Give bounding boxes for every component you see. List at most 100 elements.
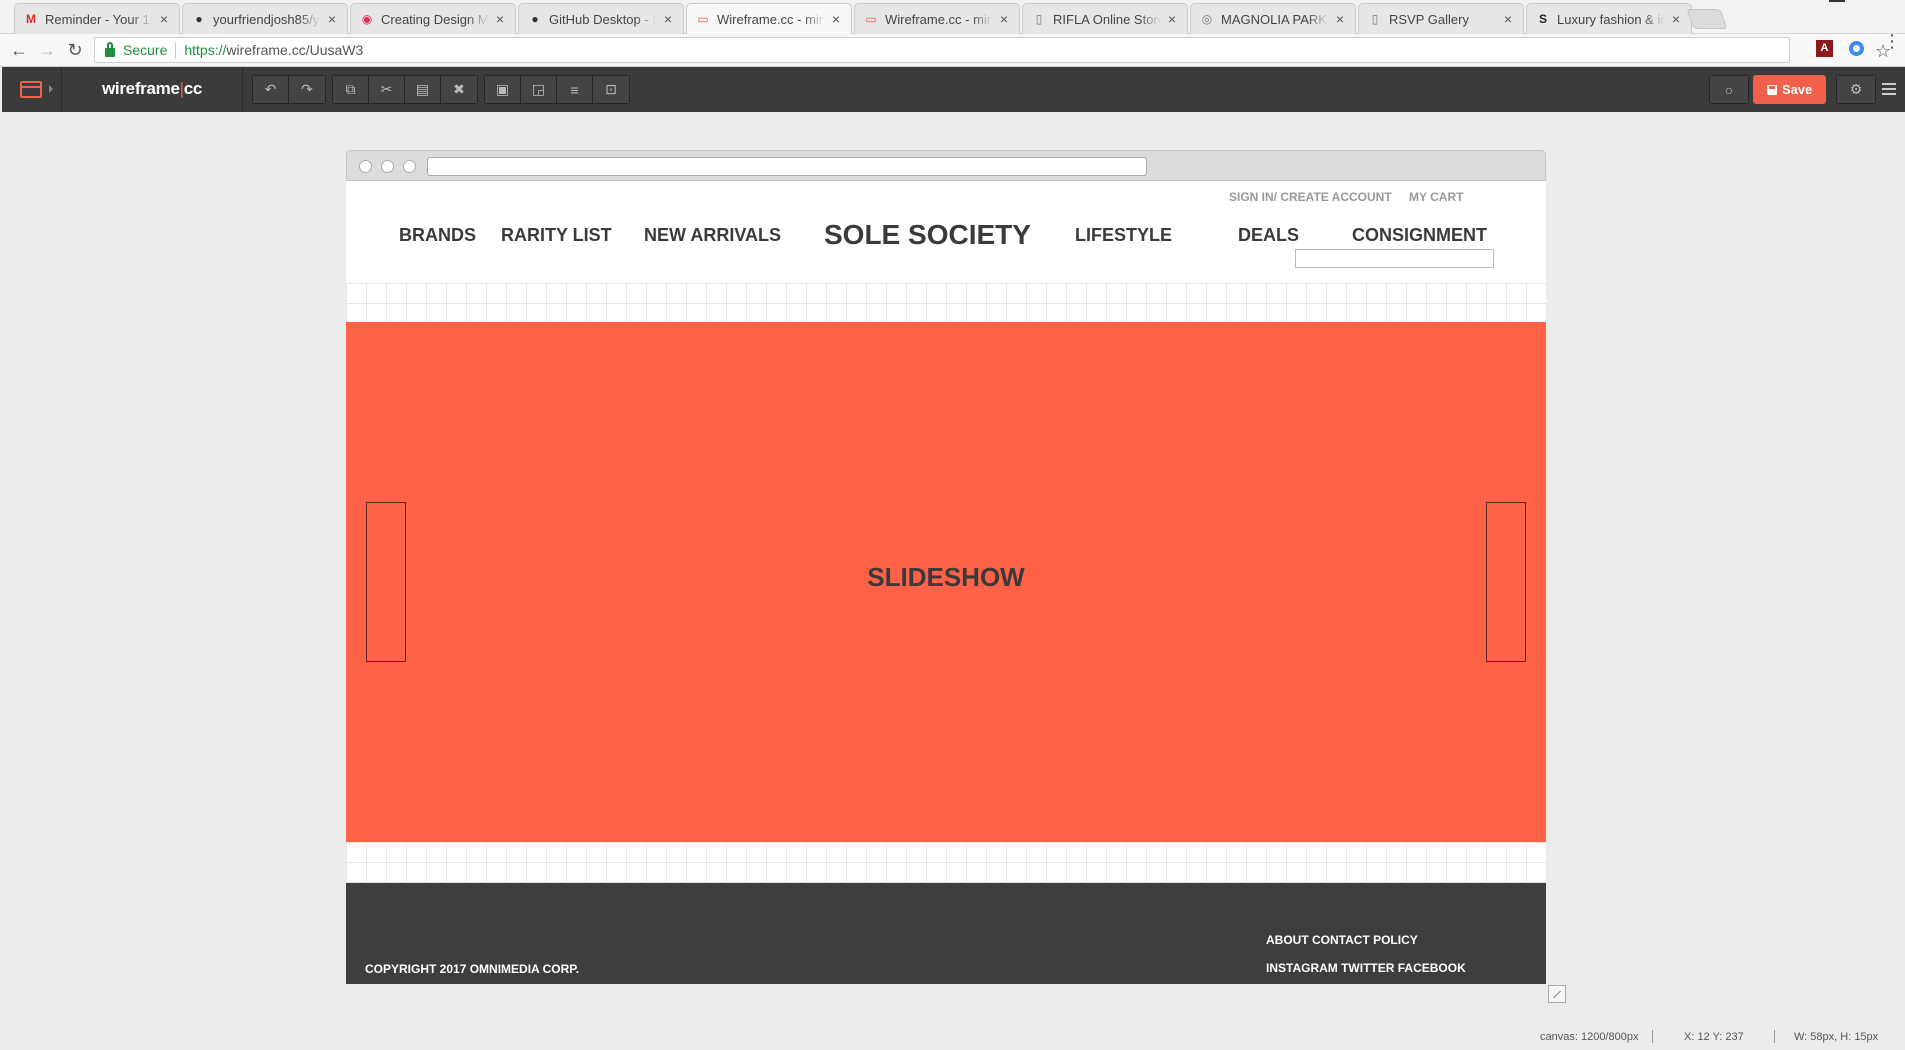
pdf-extension-icon[interactable]: A xyxy=(1816,40,1833,57)
app-toolbar: wireframe|cc ↶ ↷ ⧉ ✂ ▤ ✖ ▣ ◲ ≡ ⊡ ○ Save … xyxy=(2,67,1905,112)
search-input[interactable] xyxy=(1295,249,1494,268)
mock-browser-header xyxy=(346,150,1546,181)
comment-icon[interactable]: ○ xyxy=(1710,76,1748,103)
close-tab-icon[interactable]: × xyxy=(1669,11,1683,27)
bring-front-icon[interactable]: ◲ xyxy=(521,76,557,103)
save-button[interactable]: Save xyxy=(1753,75,1826,104)
url-text: https://wireframe.cc/UusaW3 xyxy=(184,42,363,58)
delete-icon[interactable]: ✖ xyxy=(441,76,477,103)
reload-icon[interactable]: ↻ xyxy=(64,39,86,61)
close-tab-icon[interactable]: × xyxy=(157,11,171,27)
close-tab-icon[interactable]: × xyxy=(1501,11,1515,27)
tab-title: Luxury fashion & in xyxy=(1557,11,1665,27)
browser-tab[interactable]: ▯ RSVP Gallery × xyxy=(1358,3,1524,34)
copy-icon[interactable]: ⧉ xyxy=(333,76,369,103)
close-tab-icon[interactable]: × xyxy=(1333,11,1347,27)
browser-tab[interactable]: ● GitHub Desktop - Si × xyxy=(518,3,684,34)
gmail-icon: M xyxy=(26,12,36,26)
window-minimize-button[interactable] xyxy=(1829,0,1845,2)
app-menu-button[interactable] xyxy=(2,67,62,112)
slideshow-block[interactable]: SLIDESHOW xyxy=(346,322,1546,842)
close-tab-icon[interactable]: × xyxy=(1165,11,1179,27)
save-label: Save xyxy=(1781,82,1813,97)
nav-lifestyle[interactable]: LIFESTYLE xyxy=(1075,225,1172,246)
nav-brands[interactable]: BRANDS xyxy=(399,225,476,246)
wireframe-canvas: SIGN IN/ CREATE ACCOUNT MY CART BRANDS R… xyxy=(346,150,1546,984)
lock-icon xyxy=(105,41,115,57)
tab-title: RSVP Gallery xyxy=(1389,11,1469,27)
nav-consignment[interactable]: CONSIGNMENT xyxy=(1352,225,1487,246)
nav-deals[interactable]: DEALS xyxy=(1238,225,1299,246)
design-icon: ◉ xyxy=(361,12,373,26)
browser-tab[interactable]: S Luxury fashion & in × xyxy=(1526,3,1692,34)
clipboard-group: ⧉ ✂ ▤ ✖ xyxy=(332,75,478,104)
floppy-disk-icon xyxy=(1766,84,1777,95)
align-icon[interactable]: ≡ xyxy=(557,76,593,103)
close-tab-icon[interactable]: × xyxy=(493,11,507,27)
toolbar-divider xyxy=(242,67,243,112)
history-group: ↶ ↷ xyxy=(252,75,326,104)
browser-tab[interactable]: ▯ RIFLA Online Store × xyxy=(1022,3,1188,34)
redo-icon[interactable]: ↷ xyxy=(289,76,325,103)
hamburger-menu-icon[interactable] xyxy=(1882,83,1896,98)
cart-link[interactable]: MY CART xyxy=(1409,190,1463,204)
group-icon[interactable]: ⊡ xyxy=(593,76,629,103)
globe-icon: ◎ xyxy=(1201,12,1213,26)
app-logo: wireframe|cc xyxy=(102,79,202,99)
close-tab-icon[interactable]: × xyxy=(325,11,339,27)
window-icon xyxy=(20,81,42,98)
url-field[interactable]: Secure https://wireframe.cc/UusaW3 ☆ xyxy=(94,37,1891,63)
page-icon: ▯ xyxy=(1035,12,1043,26)
arrange-group: ▣ ◲ ≡ ⊡ xyxy=(484,75,630,104)
mock-url-bar[interactable] xyxy=(427,157,1147,176)
browser-tab-strip: M Reminder - Your 1:1 × ● yourfriendjosh85/y… xyxy=(0,0,1905,34)
cut-icon[interactable]: ✂ xyxy=(369,76,405,103)
chat-extension-icon[interactable] xyxy=(1849,41,1864,56)
status-bar: canvas: 1200/800px X: 12 Y: 237 W: 58px,… xyxy=(0,1026,1905,1050)
mock-page: SIGN IN/ CREATE ACCOUNT MY CART BRANDS R… xyxy=(346,181,1546,984)
wireframe-icon: ▭ xyxy=(697,12,709,26)
slideshow-next-arrow[interactable] xyxy=(1486,502,1526,662)
tab-title: RIFLA Online Store xyxy=(1053,11,1161,27)
canvas-size-readout: canvas: 1200/800px xyxy=(1540,1031,1639,1043)
selection-size-readout: W: 58px, H: 15px xyxy=(1794,1031,1879,1043)
settings-group: ⚙ xyxy=(1836,75,1876,104)
status-divider xyxy=(1652,1030,1653,1043)
footer-info-links[interactable]: ABOUT CONTACT POLICY xyxy=(1266,933,1418,947)
undo-icon[interactable]: ↶ xyxy=(253,76,289,103)
browser-tab[interactable]: ● yourfriendjosh85/yo × xyxy=(182,3,348,34)
comment-group: ○ xyxy=(1709,75,1749,104)
browser-tab[interactable]: ◉ Creating Design Mo × xyxy=(350,3,516,34)
github-icon: ● xyxy=(531,12,539,26)
browser-tab[interactable]: ▭ Wireframe.cc - mini × xyxy=(854,3,1020,34)
tab-title: Wireframe.cc - mini xyxy=(885,11,993,27)
sign-in-link[interactable]: SIGN IN/ CREATE ACCOUNT xyxy=(1229,190,1392,204)
close-tab-icon[interactable]: × xyxy=(829,11,843,27)
tab-title: Creating Design Mo xyxy=(381,11,489,27)
settings-icon[interactable]: ⚙ xyxy=(1837,76,1875,103)
close-tab-icon[interactable]: × xyxy=(997,11,1011,27)
ssense-icon: S xyxy=(1538,12,1547,26)
browser-tab[interactable]: ◎ MAGNOLIA PARK - × xyxy=(1190,3,1356,34)
caret-right-icon xyxy=(49,85,53,93)
browser-tab[interactable]: M Reminder - Your 1:1 × xyxy=(14,3,180,34)
github-icon: ● xyxy=(195,12,203,26)
nav-new-arrivals[interactable]: NEW ARRIVALS xyxy=(644,225,781,246)
canvas-resize-handle[interactable] xyxy=(1548,985,1566,1003)
tab-title: GitHub Desktop - Si xyxy=(549,11,657,27)
lock-element-icon[interactable]: ▣ xyxy=(485,76,521,103)
logo-word: wireframe xyxy=(102,79,180,98)
wireframe-icon: ▭ xyxy=(865,12,877,26)
close-tab-icon[interactable]: × xyxy=(661,11,675,27)
paste-icon[interactable]: ▤ xyxy=(405,76,441,103)
forward-icon[interactable]: → xyxy=(36,39,58,61)
footer-social-links[interactable]: INSTAGRAM TWITTER FACEBOOK xyxy=(1266,961,1466,975)
nav-rarity-list[interactable]: RARITY LIST xyxy=(501,225,612,246)
back-icon[interactable]: ← xyxy=(8,39,30,61)
mock-window-dot xyxy=(359,160,372,173)
tab-title: yourfriendjosh85/yo xyxy=(213,11,321,27)
new-tab-button[interactable] xyxy=(1686,9,1728,29)
browser-tab[interactable]: ▭ Wireframe.cc - mini × xyxy=(686,3,852,34)
browser-menu-icon[interactable]: ⋮ xyxy=(1883,32,1901,50)
site-brand-title[interactable]: SOLE SOCIETY xyxy=(824,219,1031,251)
